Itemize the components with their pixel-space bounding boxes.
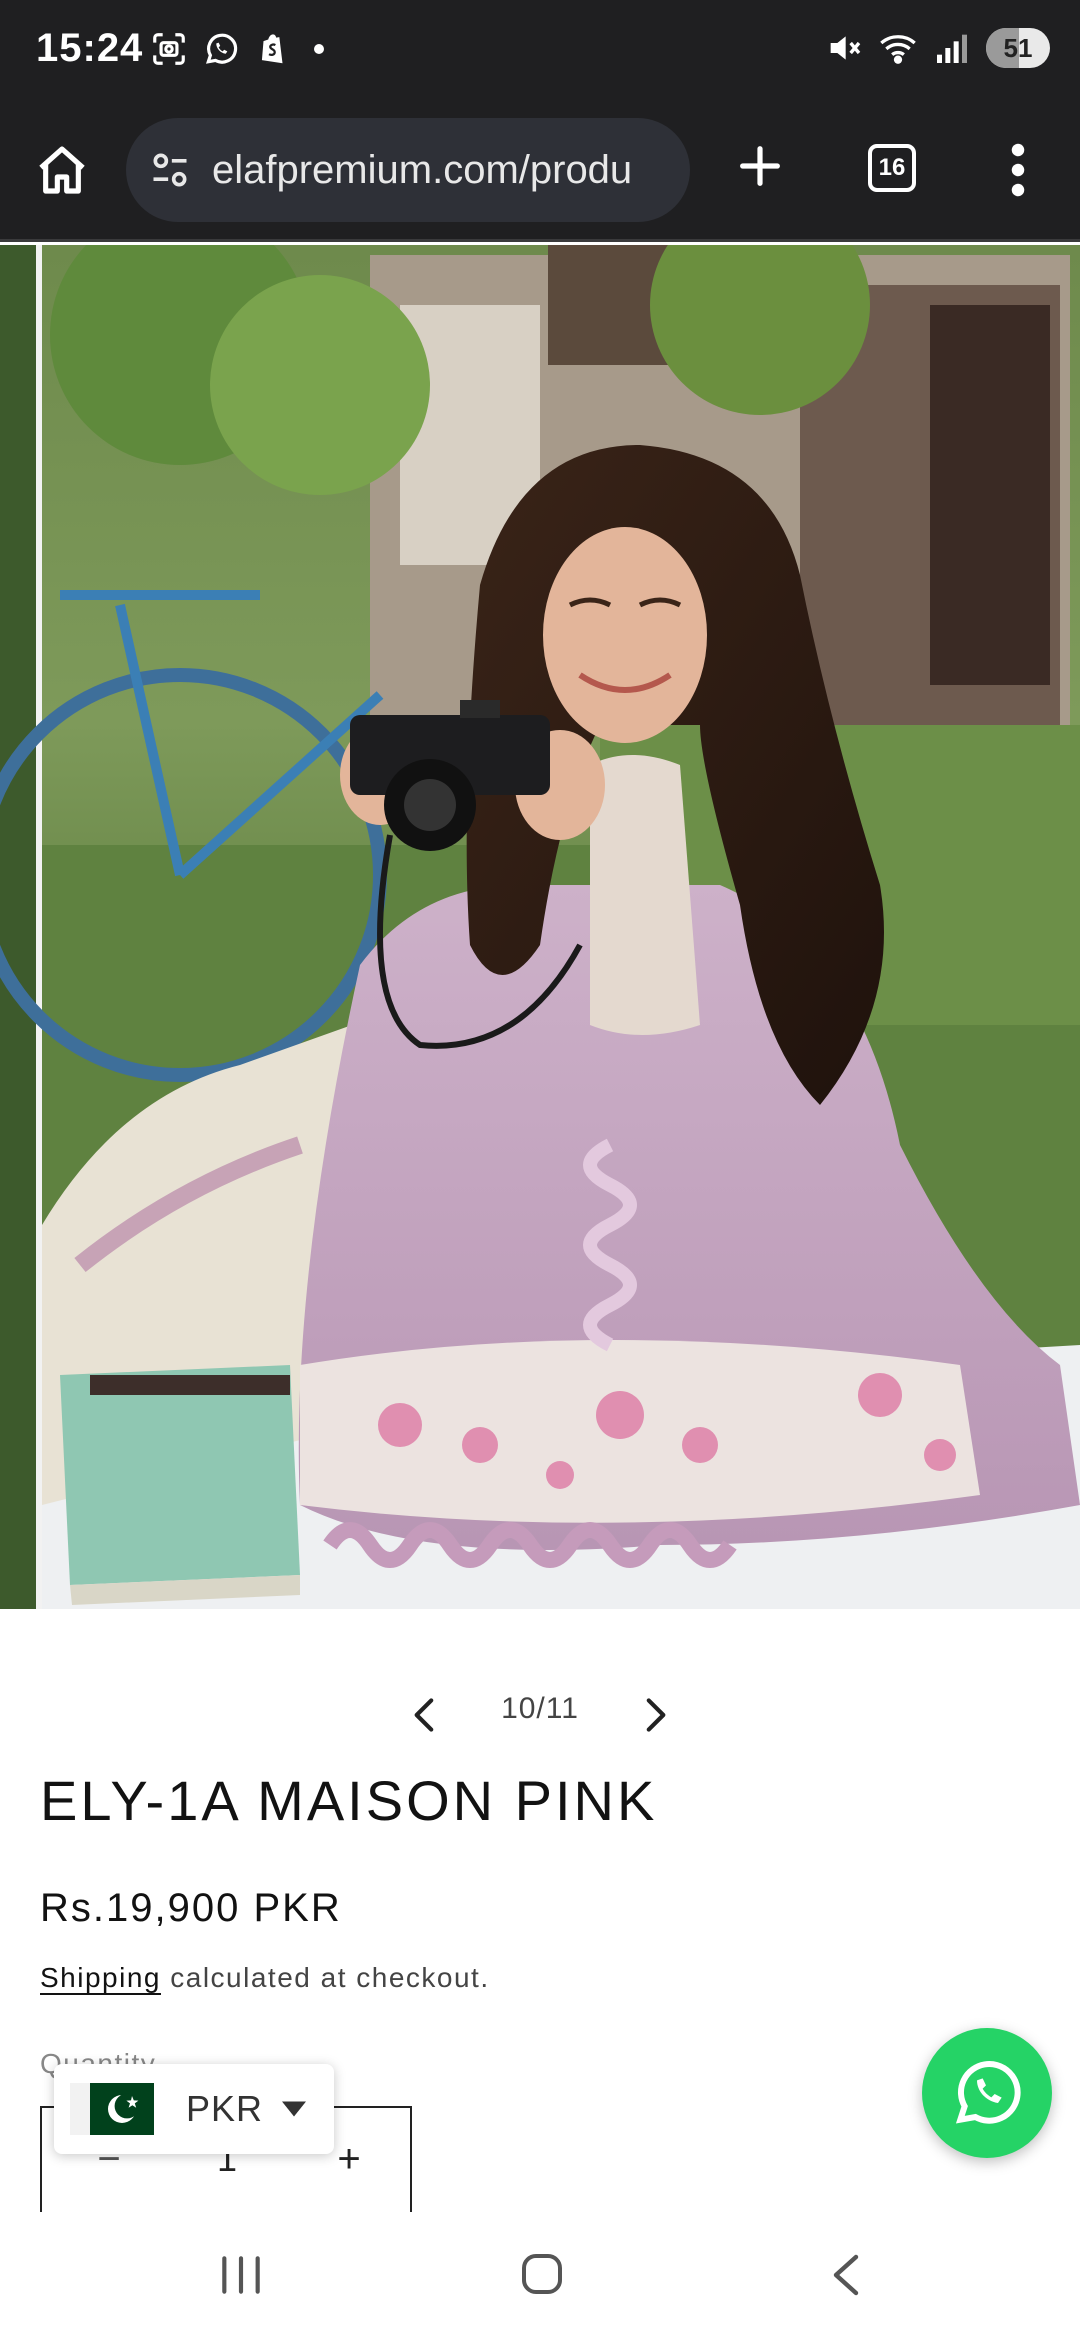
battery-icon: 51 [986, 28, 1050, 68]
status-right-icons: 51 [824, 28, 1050, 68]
screenshot-icon [153, 33, 185, 65]
product-price: Rs.19,900 PKR [40, 1886, 342, 1930]
currency-selector[interactable]: PKR [54, 2064, 334, 2154]
site-settings-icon[interactable] [148, 148, 192, 192]
recent-apps-icon[interactable] [216, 2252, 266, 2298]
new-tab-icon[interactable] [734, 140, 786, 192]
wifi-icon [880, 35, 916, 64]
book [60, 1365, 300, 1605]
battery-level: 51 [1003, 32, 1033, 63]
system-navigation-bar [0, 2212, 1080, 2340]
notification-dot-icon [314, 44, 324, 54]
status-time: 15:24 [36, 26, 144, 70]
browser-toolbar: elafpremium.com/produ 16 [0, 100, 1080, 242]
back-icon[interactable] [826, 2250, 866, 2300]
whatsapp-icon [955, 2061, 1021, 2124]
more-menu-icon[interactable] [1000, 140, 1036, 200]
currency-code: PKR [186, 2088, 264, 2129]
tab-switcher-button[interactable]: 16 [868, 144, 916, 192]
shipping-note: Shipping calculated at checkout. [40, 1962, 490, 1994]
pakistan-flag-icon [70, 2083, 154, 2135]
shipping-note-text: calculated at checkout. [160, 1962, 490, 1993]
whatsapp-icon [206, 33, 238, 64]
mute-icon [830, 36, 861, 60]
product-title: ELY-1A MAISON PINK [40, 1769, 658, 1832]
signal-icon [937, 34, 967, 63]
chevron-down-icon [282, 2101, 307, 2117]
slide-counter: 10/11 [501, 1692, 579, 1725]
status-bar: 15:24 51 [0, 0, 1080, 100]
home-button-icon[interactable] [518, 2250, 566, 2298]
status-left-icons [150, 30, 324, 68]
next-slide-icon[interactable] [630, 1690, 680, 1740]
product-image[interactable] [0, 245, 1080, 1609]
gallery-pagination: 10/11 [0, 1680, 1080, 1750]
address-bar[interactable]: elafpremium.com/produ [126, 118, 690, 222]
whatsapp-chat-button[interactable] [922, 2028, 1052, 2158]
shipping-link[interactable]: Shipping [40, 1962, 161, 1993]
previous-slide-icon[interactable] [400, 1690, 450, 1740]
url-text: elafpremium.com/produ [212, 147, 633, 192]
home-icon[interactable] [34, 142, 90, 198]
product-photo [0, 245, 1080, 1609]
shopify-icon [261, 34, 283, 64]
